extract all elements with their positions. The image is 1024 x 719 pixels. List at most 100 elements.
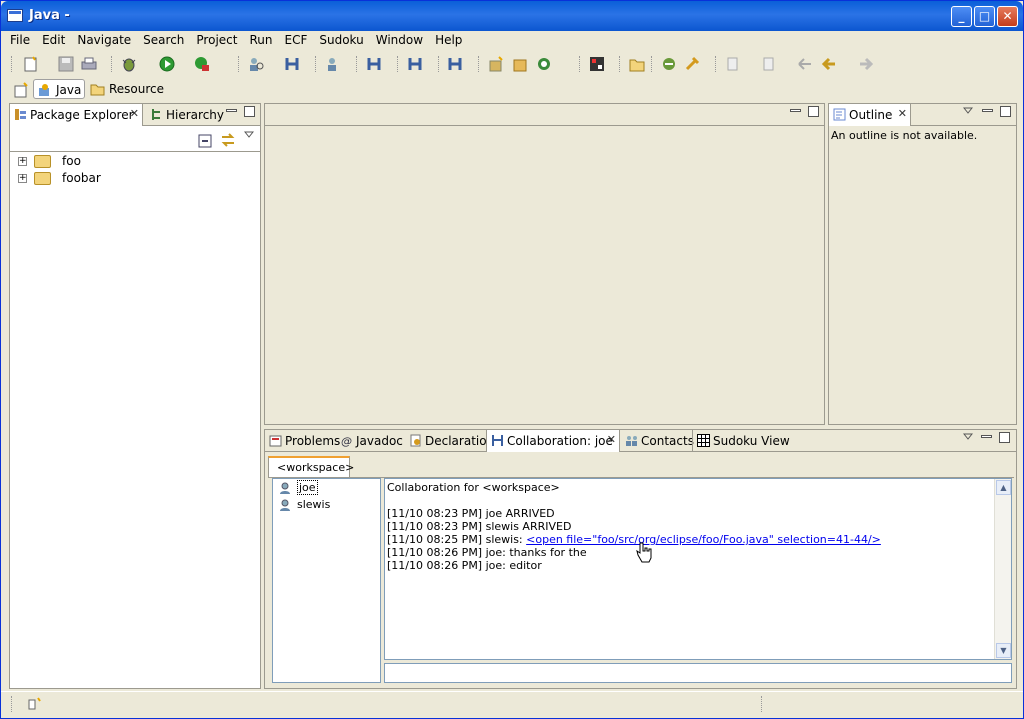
menu-window[interactable]: Window: [370, 31, 429, 50]
expand-icon[interactable]: +: [18, 174, 27, 183]
menu-run[interactable]: Run: [243, 31, 278, 50]
fast-view-icon[interactable]: [27, 696, 43, 712]
participant-slewis[interactable]: slewis: [279, 498, 330, 513]
scroll-up-icon[interactable]: ▲: [996, 480, 1011, 495]
toolbar-grip[interactable]: [438, 56, 440, 72]
debug-icon[interactable]: [121, 56, 137, 72]
chat-input[interactable]: [384, 663, 1012, 683]
new-class-icon[interactable]: [512, 56, 528, 72]
perspective-resource[interactable]: Resource: [87, 79, 168, 99]
maximize-view-icon[interactable]: [1000, 106, 1011, 117]
workspace-subtab[interactable]: <workspace>: [268, 456, 354, 477]
chat-line-link: [11/10 08:25 PM] slewis: <open file="foo…: [387, 533, 881, 546]
maximize-view-icon[interactable]: [244, 106, 255, 117]
chat-line: [11/10 08:26 PM] joe: editor: [387, 559, 542, 572]
tree-item-foo[interactable]: + foo: [18, 154, 81, 170]
toolbar-grip[interactable]: [715, 56, 717, 72]
forward-icon[interactable]: [858, 56, 874, 72]
link-editor-icon[interactable]: [220, 132, 236, 148]
save-icon[interactable]: [58, 56, 74, 72]
print-icon[interactable]: [81, 56, 97, 72]
tab-collaboration[interactable]: Collaboration: joe ✕: [486, 430, 620, 452]
toolbar-grip[interactable]: [315, 56, 317, 72]
toolbar-grip[interactable]: [397, 56, 399, 72]
perspective-java[interactable]: Java: [33, 79, 85, 99]
new-icon[interactable]: [23, 56, 39, 72]
menu-edit[interactable]: Edit: [36, 31, 71, 50]
hierarchy-icon: [150, 108, 163, 121]
last-edit-icon[interactable]: [797, 56, 813, 72]
maximize-view-icon[interactable]: [999, 432, 1010, 443]
sudoku-icon[interactable]: [589, 56, 605, 72]
close-button[interactable]: ✕: [997, 6, 1018, 27]
open-file-link[interactable]: <open file="foo/src/org/eclipse/foo/Foo.…: [526, 533, 881, 546]
toolbar-grip[interactable]: [619, 56, 621, 72]
minimize-view-icon[interactable]: [981, 435, 992, 438]
chat-log[interactable]: Collaboration for <workspace> [11/10 08:…: [384, 478, 1012, 660]
hierarchy-h-icon[interactable]: [407, 56, 423, 72]
project-folder-icon: [34, 155, 51, 168]
collapse-all-icon[interactable]: [198, 134, 212, 148]
tree-item-foobar[interactable]: + foobar: [18, 171, 101, 187]
menu-help[interactable]: Help: [429, 31, 468, 50]
tab-package-explorer[interactable]: Package Explorer ✕: [10, 104, 143, 126]
user-icon: [280, 482, 290, 494]
view-menu-icon[interactable]: [963, 433, 973, 441]
tab-javadoc[interactable]: @ Javadoc: [336, 430, 407, 452]
menu-file[interactable]: File: [4, 31, 36, 50]
new-package-icon[interactable]: [488, 56, 504, 72]
toolbar-grip[interactable]: [579, 56, 581, 72]
main-toolbar: [1, 51, 1023, 77]
open-folder-icon[interactable]: [629, 56, 645, 72]
menu-search[interactable]: Search: [137, 31, 190, 50]
toolbar-grip[interactable]: [356, 56, 358, 72]
title-bar[interactable]: Java - _ □ ✕: [1, 1, 1023, 31]
view-menu-icon[interactable]: [244, 131, 254, 139]
menu-project[interactable]: Project: [190, 31, 243, 50]
maximize-button[interactable]: □: [974, 6, 995, 27]
maximize-editor-icon[interactable]: [808, 106, 819, 117]
hierarchy-h-icon[interactable]: [284, 56, 300, 72]
minimize-view-icon[interactable]: [226, 109, 237, 112]
search-people-icon[interactable]: [248, 56, 264, 72]
back-icon[interactable]: [821, 56, 837, 72]
chat-scrollbar[interactable]: ▲ ▼: [994, 479, 1011, 659]
user-icon[interactable]: [324, 56, 340, 72]
menu-sudoku[interactable]: Sudoku: [313, 31, 369, 50]
next-annotation-icon[interactable]: [725, 56, 741, 72]
view-menu-icon[interactable]: [963, 107, 973, 115]
minimize-button[interactable]: _: [951, 6, 972, 27]
toolbar-grip[interactable]: [651, 56, 653, 72]
minimize-editor-icon[interactable]: [790, 109, 801, 112]
open-project-icon[interactable]: [661, 56, 677, 72]
tab-declaration[interactable]: Declaration: [405, 430, 498, 452]
pin-icon[interactable]: [684, 56, 700, 72]
toolbar-grip[interactable]: [11, 56, 13, 72]
tab-problems[interactable]: Problems: [265, 430, 344, 452]
external-tools-icon[interactable]: [194, 56, 210, 72]
prev-annotation-icon[interactable]: [761, 56, 777, 72]
participant-joe[interactable]: joe: [279, 480, 318, 496]
minimize-view-icon[interactable]: [982, 109, 993, 112]
tab-contacts[interactable]: Contacts: [621, 430, 698, 452]
menu-ecf[interactable]: ECF: [278, 31, 313, 50]
run-icon[interactable]: [159, 56, 175, 72]
close-tab-icon[interactable]: ✕: [130, 107, 139, 120]
close-tab-icon[interactable]: ✕: [607, 433, 616, 446]
new-wizard-icon[interactable]: [536, 56, 552, 72]
hierarchy-h-icon[interactable]: [447, 56, 463, 72]
toolbar-grip[interactable]: [111, 56, 113, 72]
close-tab-icon[interactable]: ✕: [898, 107, 907, 120]
tab-hierarchy[interactable]: Hierarchy: [146, 104, 228, 126]
open-perspective-icon[interactable]: [14, 82, 30, 98]
tab-sudoku-view[interactable]: Sudoku View: [692, 430, 794, 452]
toolbar-grip[interactable]: [478, 56, 480, 72]
scroll-down-icon[interactable]: ▼: [996, 643, 1011, 658]
expand-icon[interactable]: +: [18, 157, 27, 166]
toolbar-grip[interactable]: [238, 56, 240, 72]
package-explorer-icon: [14, 108, 27, 121]
perspective-bar: Java Resource: [1, 77, 1023, 101]
tab-outline[interactable]: Outline ✕: [829, 104, 911, 126]
menu-navigate[interactable]: Navigate: [71, 31, 137, 50]
hierarchy-h-icon[interactable]: [366, 56, 382, 72]
